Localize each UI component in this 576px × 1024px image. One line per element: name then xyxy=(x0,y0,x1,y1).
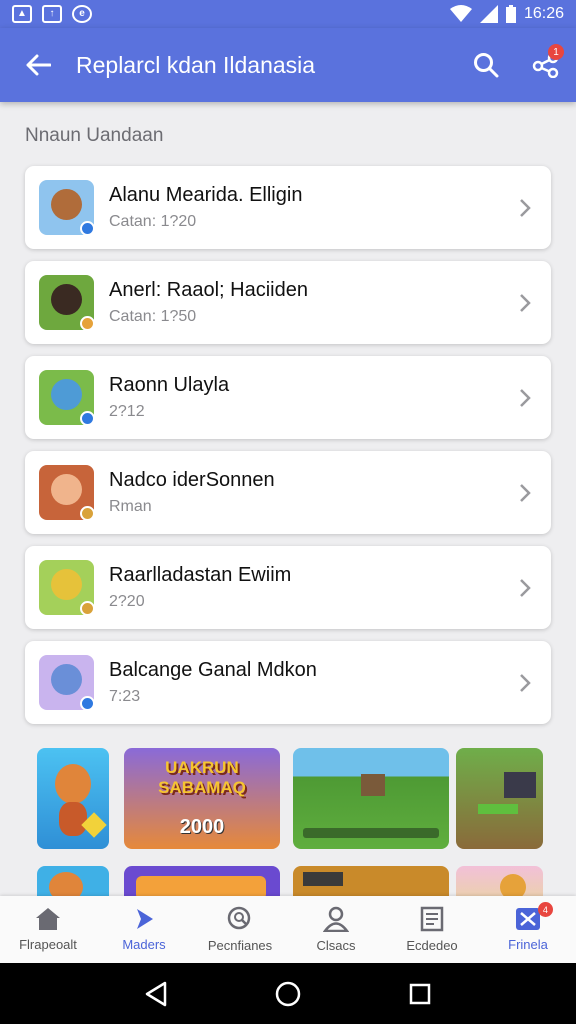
list-item-title: Alanu Mearida. Elligin xyxy=(109,184,303,206)
page-title: Replarcl kdan Ildanasia xyxy=(76,51,316,78)
nav-badge: 4 xyxy=(537,902,553,917)
chevron-right-icon xyxy=(513,481,537,505)
circle-home-icon xyxy=(275,981,301,1006)
chevron-right-icon xyxy=(513,291,537,315)
system-recents-button[interactable] xyxy=(400,974,440,1014)
battery-icon xyxy=(505,5,516,23)
list-item-subtitle: 2?20 xyxy=(109,593,145,610)
list-item[interactable]: Balcange Ganal Mdkon 7:23 xyxy=(25,641,551,724)
list-item-title: Raonn Ulayla xyxy=(109,374,230,396)
list-item-title: Nadco iderSonnen xyxy=(109,469,275,491)
game-thumbnail[interactable] xyxy=(37,748,109,849)
upload-notification-icon: ↑ xyxy=(42,5,62,23)
list-item[interactable]: Raarlladastan Ewiim 2?20 xyxy=(25,546,551,629)
game-thumbnail[interactable]: UAKRUN SABAMAQ 2000 xyxy=(124,748,280,849)
document-icon xyxy=(420,906,444,932)
app-bar: Replarcl kdan Ildanasia 1 xyxy=(0,28,576,102)
search-button[interactable] xyxy=(456,28,516,102)
list-item-subtitle: Catan: 1?20 xyxy=(109,213,197,230)
avatar xyxy=(39,275,95,331)
system-back-button[interactable] xyxy=(136,974,176,1014)
nav-label: Flrapeoalt xyxy=(19,937,77,952)
nav-item-clsacs[interactable]: Clsacs xyxy=(288,896,384,963)
avatar xyxy=(39,465,95,521)
wifi-icon xyxy=(449,5,472,22)
status-time: 16:26 xyxy=(523,5,564,22)
thumbnail-number: 2000 xyxy=(179,816,225,838)
search-icon xyxy=(474,53,499,78)
item-list: Alanu Mearida. Elligin Catan: 1?20 Anerl… xyxy=(25,166,551,736)
avatar xyxy=(39,655,95,711)
nav-label: Maders xyxy=(122,937,166,952)
status-bar: ▲ ↑ e 16:26 xyxy=(0,0,576,28)
nav-label: Ecdedeo xyxy=(406,938,458,953)
thumbnail-title: UAKRUN SABAMAQ xyxy=(158,758,246,797)
avatar xyxy=(39,370,95,426)
section-label: Nnaun Uandaan xyxy=(25,125,164,146)
nav-label: Pecnfianes xyxy=(207,938,273,953)
nav-item-ecdedeo[interactable]: Ecdedeo xyxy=(384,896,480,963)
list-item-subtitle: 7:23 xyxy=(109,688,141,705)
home-icon xyxy=(36,908,60,930)
list-item[interactable]: Nadco iderSonnen Rman xyxy=(25,451,551,534)
game-thumbnail[interactable] xyxy=(37,866,109,896)
nav-item-maders[interactable]: Maders xyxy=(96,896,192,963)
notifications-button[interactable]: 1 xyxy=(516,28,576,102)
chevron-right-icon xyxy=(513,196,537,220)
list-item-title: Raarlladastan Ewiim xyxy=(109,564,292,586)
chevron-right-icon xyxy=(513,671,537,695)
list-item[interactable]: Anerl: Raaol; Haciiden Catan: 1?50 xyxy=(25,261,551,344)
chevron-right-icon xyxy=(513,386,537,410)
game-thumbnail[interactable] xyxy=(456,748,543,849)
game-thumbnails: UAKRUN SABAMAQ 2000 xyxy=(37,748,543,896)
triangle-back-icon xyxy=(145,981,167,1006)
list-item-subtitle: Rman xyxy=(109,498,152,515)
arrow-back-icon xyxy=(26,54,51,76)
list-item-title: Balcange Ganal Mdkon xyxy=(109,659,317,681)
play-icon xyxy=(137,909,153,929)
system-navigation xyxy=(0,963,576,1024)
list-item-subtitle: Catan: 1?50 xyxy=(109,308,197,325)
nav-label: Clsacs xyxy=(316,938,356,953)
list-item[interactable]: Alanu Mearida. Elligin Catan: 1?20 xyxy=(25,166,551,249)
signal-icon xyxy=(479,5,498,23)
nav-item-pecnfianes[interactable]: Pecnfianes xyxy=(192,896,288,963)
list-item[interactable]: Raonn Ulayla 2?12 xyxy=(25,356,551,439)
person-icon xyxy=(323,906,349,932)
bottom-navigation: Flrapeoalt Maders Pecnfianes Clsacs Ecde… xyxy=(0,896,576,963)
system-home-button[interactable] xyxy=(268,974,308,1014)
game-thumbnail[interactable] xyxy=(124,866,280,896)
square-recents-icon xyxy=(409,983,431,1004)
list-item-title: Anerl: Raaol; Haciiden xyxy=(109,279,308,301)
image-notification-icon: ▲ xyxy=(12,5,32,23)
avatar xyxy=(39,180,95,236)
back-button[interactable] xyxy=(0,28,76,102)
game-thumbnail[interactable] xyxy=(293,866,449,896)
chevron-right-icon xyxy=(513,576,537,600)
list-item-subtitle: 2?12 xyxy=(109,403,145,420)
chat-search-icon xyxy=(227,906,251,930)
app-notification-icon: e xyxy=(72,5,92,23)
nav-label: Frinela xyxy=(508,937,548,952)
game-thumbnail[interactable] xyxy=(293,748,449,849)
notification-badge: 1 xyxy=(548,44,564,60)
nav-item-home[interactable]: Flrapeoalt xyxy=(0,896,96,963)
avatar xyxy=(39,560,95,616)
nav-item-frinela[interactable]: 4 Frinela xyxy=(480,896,576,963)
game-thumbnail[interactable] xyxy=(456,866,543,896)
